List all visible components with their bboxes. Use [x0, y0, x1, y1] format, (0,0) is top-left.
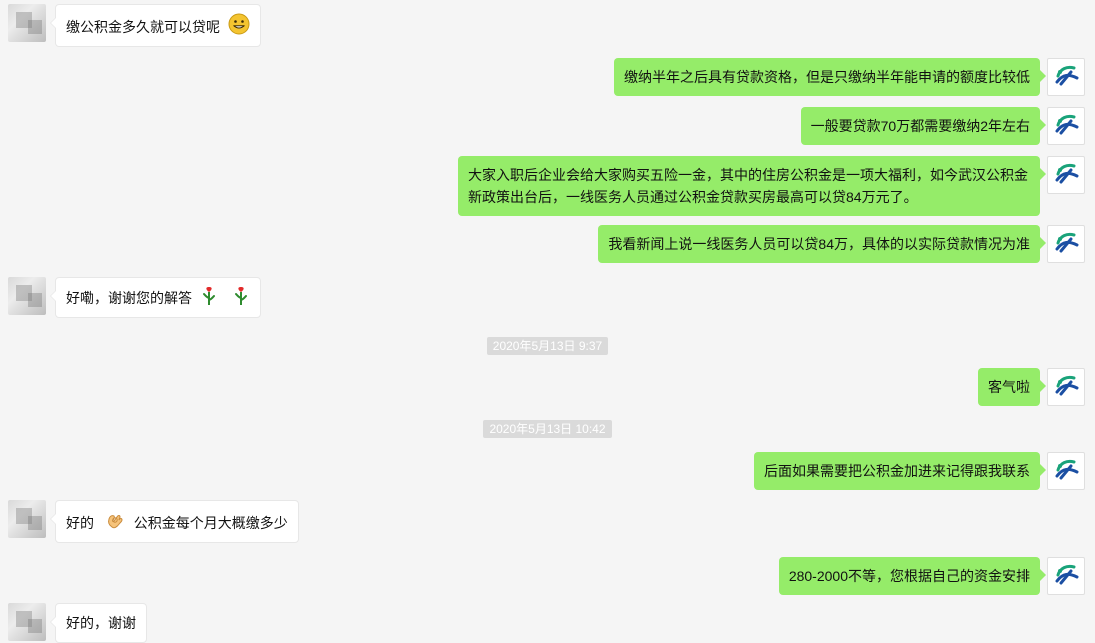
message-text: 缴纳半年之后具有贷款资格，但是只缴纳半年能申请的额度比较低 — [624, 69, 1030, 85]
timestamp-text: 2020年5月13日 9:37 — [486, 337, 609, 355]
message-bubble[interactable]: 我看新闻上说一线医务人员可以贷84万，具体的以实际贷款情况为准 — [598, 225, 1046, 263]
message-row: 280-2000不等，您根据自己的资金安排 — [0, 557, 1095, 603]
contact-avatar[interactable] — [8, 4, 46, 42]
user-avatar[interactable] — [1047, 452, 1085, 490]
message-bubble[interactable]: 好嘞，谢谢您的解答 — [50, 277, 261, 318]
bird-logo-icon — [1051, 370, 1081, 405]
avatar-pixel — [28, 619, 42, 633]
message-text: 好的，谢谢 — [66, 615, 136, 631]
bird-logo-icon — [1051, 227, 1081, 262]
message-bubble[interactable]: 大家入职后企业会给大家购买五险一金，其中的住房公积金是一项大福利，如今武汉公积金… — [458, 156, 1046, 216]
message-text: 缴公积金多久就可以贷呢 — [66, 19, 220, 35]
message-row: 一般要贷款70万都需要缴纳2年左右 — [0, 107, 1095, 153]
message-row: 后面如果需要把公积金加进来记得跟我联系 — [0, 452, 1095, 498]
message-bubble[interactable]: 缴纳半年之后具有贷款资格，但是只缴纳半年能申请的额度比较低 — [614, 58, 1046, 96]
message-bubble[interactable]: 一般要贷款70万都需要缴纳2年左右 — [800, 107, 1047, 145]
ok-hand-icon — [104, 509, 126, 531]
rose-icon — [200, 286, 218, 306]
message-row: 缴纳半年之后具有贷款资格，但是只缴纳半年能申请的额度比较低 — [0, 58, 1095, 104]
message-text: 280-2000不等，您根据自己的资金安排 — [788, 568, 1030, 584]
message-text: 客气啦 — [988, 379, 1030, 395]
timestamp: 2020年5月13日 9:37 — [0, 337, 1095, 355]
message-text: 我看新闻上说一线医务人员可以贷84万，具体的以实际贷款情况为准 — [608, 236, 1030, 252]
timestamp: 2020年5月13日 10:42 — [0, 420, 1095, 438]
message-text: 后面如果需要把公积金加进来记得跟我联系 — [764, 463, 1030, 479]
message-row: 我看新闻上说一线医务人员可以贷84万，具体的以实际贷款情况为准 — [0, 225, 1095, 271]
contact-avatar[interactable] — [8, 500, 46, 538]
user-avatar[interactable] — [1047, 225, 1085, 263]
avatar-pixel — [28, 293, 42, 307]
bird-logo-icon — [1051, 109, 1081, 144]
message-text: 大家入职后企业会给大家购买五险一金，其中的住房公积金是一项大福利，如今武汉公积金… — [468, 167, 1028, 205]
rose-icon — [232, 286, 250, 306]
user-avatar[interactable] — [1047, 107, 1085, 145]
user-avatar[interactable] — [1047, 156, 1085, 194]
user-avatar[interactable] — [1047, 557, 1085, 595]
message-row: 好的，谢谢 — [0, 603, 1095, 643]
avatar-pixel — [28, 516, 42, 530]
bird-logo-icon — [1051, 559, 1081, 594]
message-text-before: 好的 — [66, 515, 94, 531]
message-bubble[interactable]: 280-2000不等，您根据自己的资金安排 — [778, 557, 1047, 595]
message-row: 缴公积金多久就可以贷呢 — [0, 4, 1095, 50]
bird-logo-icon — [1051, 158, 1081, 193]
user-avatar[interactable] — [1047, 368, 1085, 406]
timestamp-text: 2020年5月13日 10:42 — [483, 420, 612, 438]
avatar-pixel — [28, 20, 42, 34]
message-text-after: 公积金每个月大概缴多少 — [133, 515, 288, 531]
message-text: 一般要贷款70万都需要缴纳2年左右 — [810, 118, 1030, 134]
message-bubble[interactable]: 缴公积金多久就可以贷呢 — [50, 4, 261, 47]
chat-window: 缴公积金多久就可以贷呢 缴纳半年之后具有贷款资格，但是只缴纳半年能申请的额度比较… — [0, 0, 1095, 643]
bird-logo-icon — [1051, 60, 1081, 95]
message-row: 客气啦 — [0, 368, 1095, 414]
message-bubble[interactable]: 好的，谢谢 — [50, 603, 147, 643]
message-text: 好嘞，谢谢您的解答 — [66, 290, 192, 306]
message-row: 好的 公积金每个月大概缴多少 — [0, 500, 1095, 546]
bird-logo-icon — [1051, 454, 1081, 489]
grin-icon — [228, 13, 250, 35]
message-bubble[interactable]: 好的 公积金每个月大概缴多少 — [50, 500, 299, 543]
contact-avatar[interactable] — [8, 277, 46, 315]
message-bubble[interactable]: 客气啦 — [978, 368, 1046, 406]
message-row: 大家入职后企业会给大家购买五险一金，其中的住房公积金是一项大福利，如今武汉公积金… — [0, 156, 1095, 216]
contact-avatar[interactable] — [8, 603, 46, 641]
message-row: 好嘞，谢谢您的解答 — [0, 277, 1095, 323]
user-avatar[interactable] — [1047, 58, 1085, 96]
message-bubble[interactable]: 后面如果需要把公积金加进来记得跟我联系 — [754, 452, 1046, 490]
